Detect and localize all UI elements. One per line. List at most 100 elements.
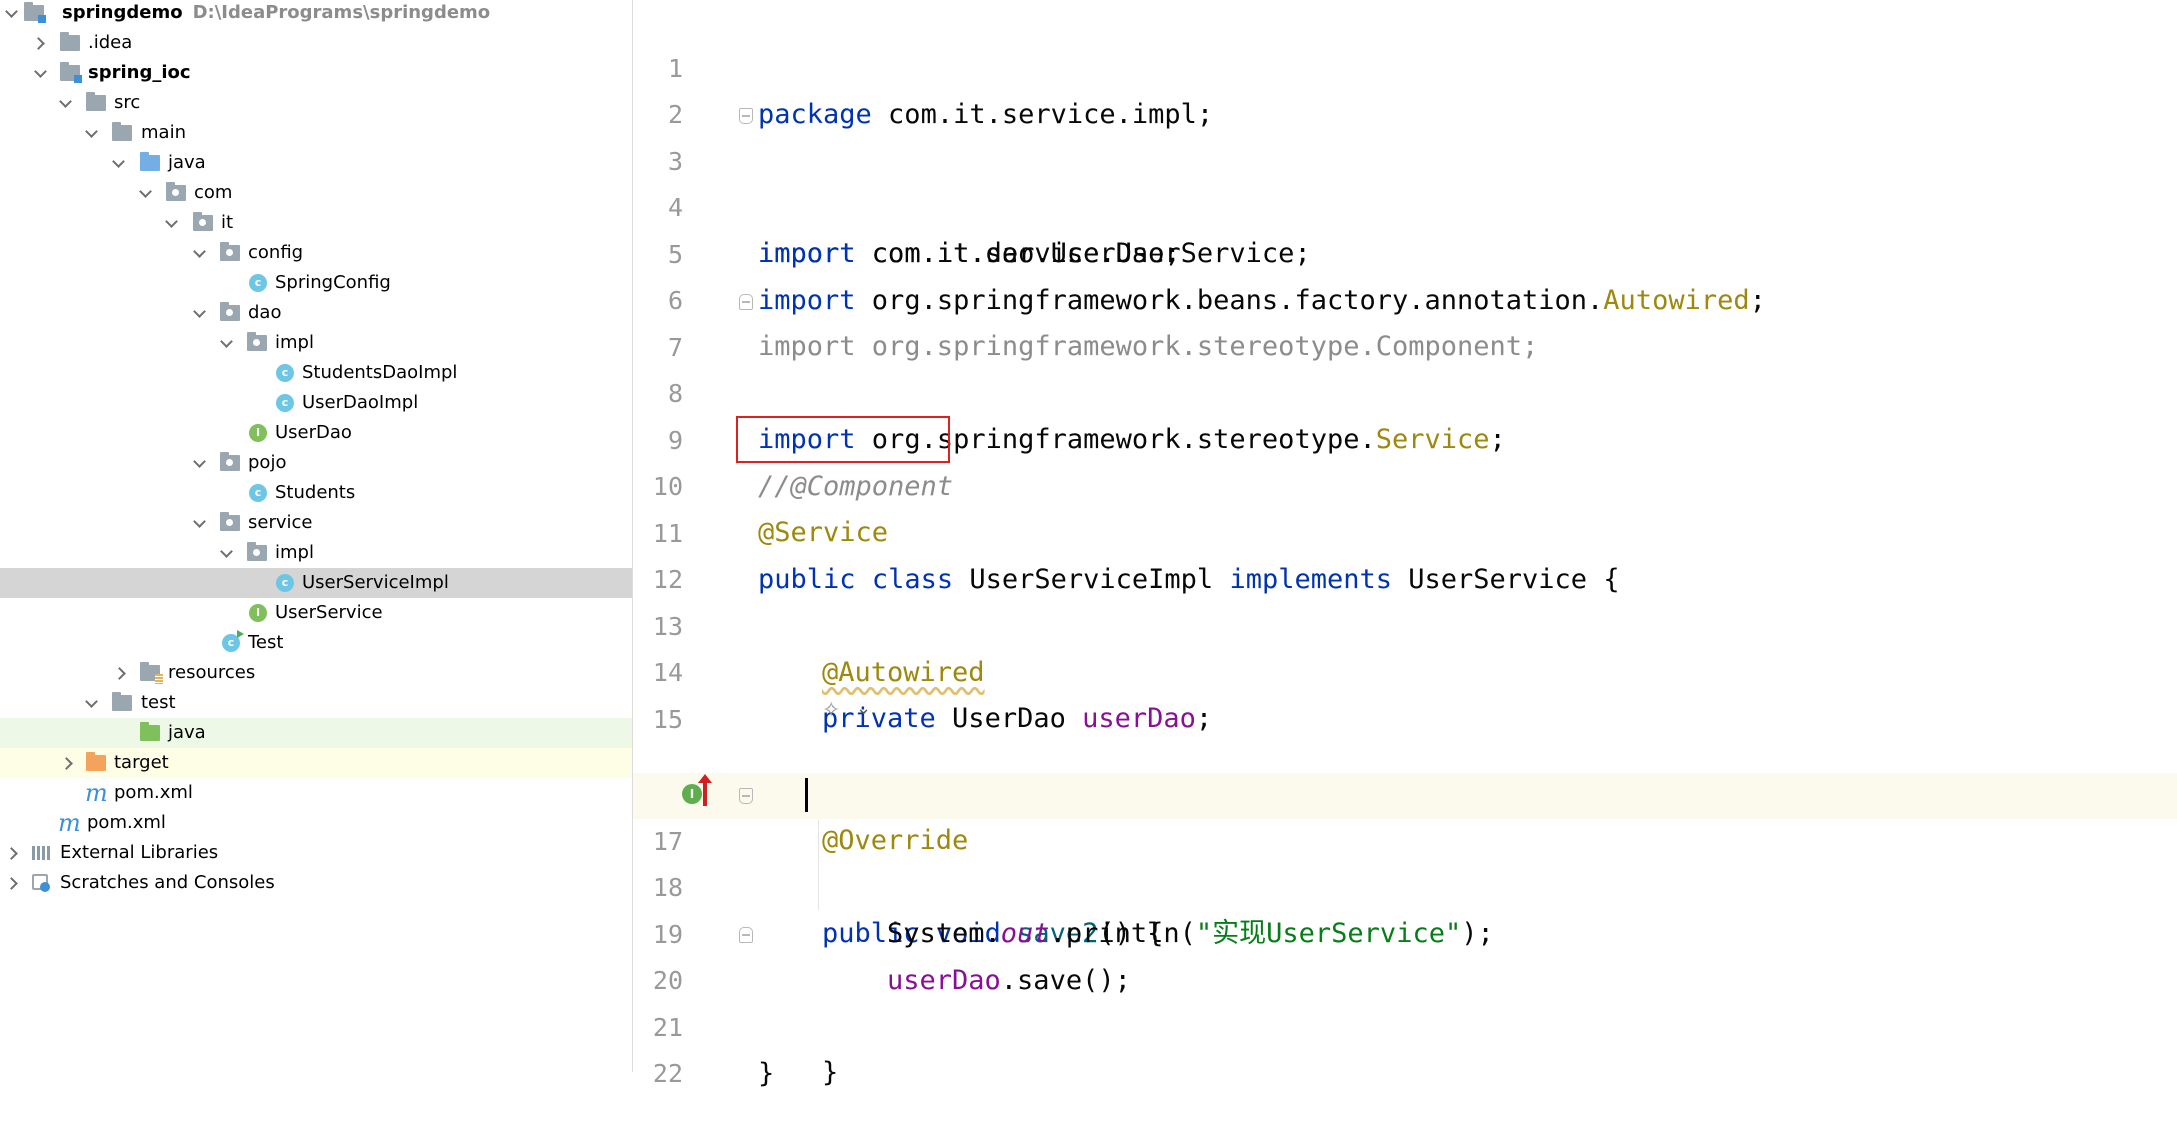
tree-item-target[interactable]: target: [0, 748, 632, 778]
tree-item-label: pojo: [248, 452, 287, 473]
interface-icon: [249, 604, 267, 622]
chevron-down-icon[interactable]: [84, 118, 98, 148]
class-icon: [249, 484, 267, 502]
code-line-13[interactable]: 13 @Autowired: [633, 558, 2177, 688]
code-line-16[interactable]: 16 @Override: [633, 726, 2177, 856]
tree-item-dao-impl[interactable]: impl: [0, 328, 632, 358]
code-line-1[interactable]: 1 package com.it.service.impl;: [633, 0, 2177, 130]
tree-item-module-pom[interactable]: m pom.xml: [0, 778, 632, 808]
code-line-11[interactable]: 11 public class UserServiceImpl implemen…: [633, 465, 2177, 595]
code-line-4[interactable]: 4 import com.it.service.UserService;: [633, 139, 2177, 269]
tree-item-test-java[interactable]: java: [0, 718, 632, 748]
code-line-2[interactable]: 2: [633, 46, 2177, 129]
code-line-6[interactable]: 6 import org.springframework.stereotype.…: [633, 232, 2177, 362]
chevron-down-icon[interactable]: ⌄: [856, 694, 871, 724]
fold-icon[interactable]: [739, 927, 753, 943]
chevron-right-icon[interactable]: [6, 868, 20, 898]
tree-item-students[interactable]: Students: [0, 478, 632, 508]
tree-item-idea[interactable]: .idea: [0, 28, 632, 58]
tree-item-test[interactable]: test: [0, 688, 632, 718]
tree-item-resources[interactable]: resources: [0, 658, 632, 688]
code-token: }: [758, 1058, 775, 1089]
code-line-22[interactable]: 22: [633, 1005, 2177, 1088]
chevron-down-icon[interactable]: [4, 0, 18, 28]
code-line-5[interactable]: 5 import org.springframework.beans.facto…: [633, 186, 2177, 316]
chevron-down-icon[interactable]: [192, 298, 206, 328]
code-line-7[interactable]: 7 import org.springframework.stereotype.…: [633, 279, 2177, 455]
tree-item-label: com: [194, 182, 233, 203]
code-line-8[interactable]: 8: [633, 325, 2177, 408]
fold-icon[interactable]: [739, 788, 753, 804]
code-line-9[interactable]: 9 //@Component: [633, 372, 2177, 502]
chevron-down-icon[interactable]: [192, 508, 206, 538]
folder-icon: [86, 92, 106, 111]
tree-item-root-pom[interactable]: m pom.xml: [0, 808, 632, 838]
chevron-right-icon[interactable]: [6, 838, 20, 868]
tree-item-external-libraries[interactable]: External Libraries: [0, 838, 632, 868]
folder-icon: [60, 32, 80, 51]
tree-item-config[interactable]: config: [0, 238, 632, 268]
tree-item-main[interactable]: main: [0, 118, 632, 148]
code-line-14[interactable]: 14 private UserDao userDao;: [633, 604, 2177, 734]
fold-icon[interactable]: [739, 108, 753, 124]
tree-item-userserviceimpl[interactable]: UserServiceImpl: [0, 568, 632, 598]
tree-item-userdaoimpl[interactable]: UserDaoImpl: [0, 388, 632, 418]
tree-item-service[interactable]: service: [0, 508, 632, 538]
code-line-21[interactable]: 21 }: [633, 959, 2177, 1089]
maven-icon: m: [85, 779, 108, 807]
chevron-right-icon[interactable]: [33, 28, 47, 58]
module-folder-icon: [60, 62, 82, 83]
tree-item-label: UserDao: [275, 422, 352, 443]
package-icon: [220, 242, 240, 261]
package-icon: [193, 212, 213, 231]
tree-item-service-impl[interactable]: impl: [0, 538, 632, 568]
tree-item-springdemo[interactable]: springdemo D:\IdeaPrograms\springdemo: [0, 0, 632, 28]
chevron-down-icon[interactable]: [111, 148, 125, 178]
implements-gutter-icon[interactable]: I: [682, 784, 702, 804]
tree-item-java[interactable]: java: [0, 148, 632, 178]
class-icon: [249, 274, 267, 292]
tree-item-dao[interactable]: dao: [0, 298, 632, 328]
tree-item-src[interactable]: src: [0, 88, 632, 118]
code-token: }: [822, 1057, 839, 1088]
tree-item-userdao[interactable]: UserDao: [0, 418, 632, 448]
code-line-12[interactable]: 12: [633, 511, 2177, 594]
ai-assistant-hint-icon[interactable]: ✧: [822, 698, 850, 724]
tree-item-label: service: [248, 512, 313, 533]
tree-item-com[interactable]: com: [0, 178, 632, 208]
tree-item-userservice[interactable]: UserService: [0, 598, 632, 628]
tree-item-it[interactable]: it: [0, 208, 632, 238]
code-line-19[interactable]: 19 userDao.save();: [633, 866, 2177, 996]
chevron-down-icon[interactable]: [33, 58, 47, 88]
chevron-down-icon[interactable]: [84, 688, 98, 718]
override-arrow-icon[interactable]: [698, 774, 712, 806]
fold-icon[interactable]: [739, 294, 753, 310]
code-line-15[interactable]: 15: [633, 651, 2177, 734]
tree-item-scratches[interactable]: Scratches and Consoles: [0, 868, 632, 898]
chevron-right-icon[interactable]: [114, 658, 128, 688]
tree-item-pojo[interactable]: pojo: [0, 448, 632, 478]
class-icon: [276, 574, 294, 592]
code-line-18[interactable]: 18 System.out.println("实现UserService");: [633, 819, 2177, 949]
chevron-down-icon[interactable]: [192, 448, 206, 478]
tree-item-springconfig[interactable]: SpringConfig: [0, 268, 632, 298]
chevron-down-icon[interactable]: [219, 538, 233, 568]
project-path: D:\IdeaPrograms\springdemo: [192, 2, 491, 23]
chevron-right-icon[interactable]: [61, 748, 75, 778]
tree-item-label: dao: [248, 302, 282, 323]
code-line-17[interactable]: 17 public void save2() {: [633, 773, 2177, 949]
chevron-down-icon[interactable]: [138, 178, 152, 208]
tree-item-studentsdaoimpl[interactable]: StudentsDaoImpl: [0, 358, 632, 388]
tree-item-test-class[interactable]: Test: [0, 628, 632, 658]
chevron-down-icon[interactable]: [58, 88, 72, 118]
chevron-down-icon[interactable]: [192, 238, 206, 268]
code-editor[interactable]: 1 package com.it.service.impl; 2 3 impor…: [633, 0, 2177, 1089]
tree-item-label: UserService: [275, 602, 383, 623]
code-line-3[interactable]: 3 import com.it.dao.UserDao;: [633, 93, 2177, 269]
tree-item-spring-ioc[interactable]: spring_ioc: [0, 58, 632, 88]
chevron-down-icon[interactable]: [219, 328, 233, 358]
chevron-down-icon[interactable]: [164, 208, 178, 238]
code-line-20[interactable]: 20 }: [633, 912, 2177, 1088]
tree-item-label: pom.xml: [114, 782, 193, 803]
tree-item-label: UserDaoImpl: [302, 392, 419, 413]
